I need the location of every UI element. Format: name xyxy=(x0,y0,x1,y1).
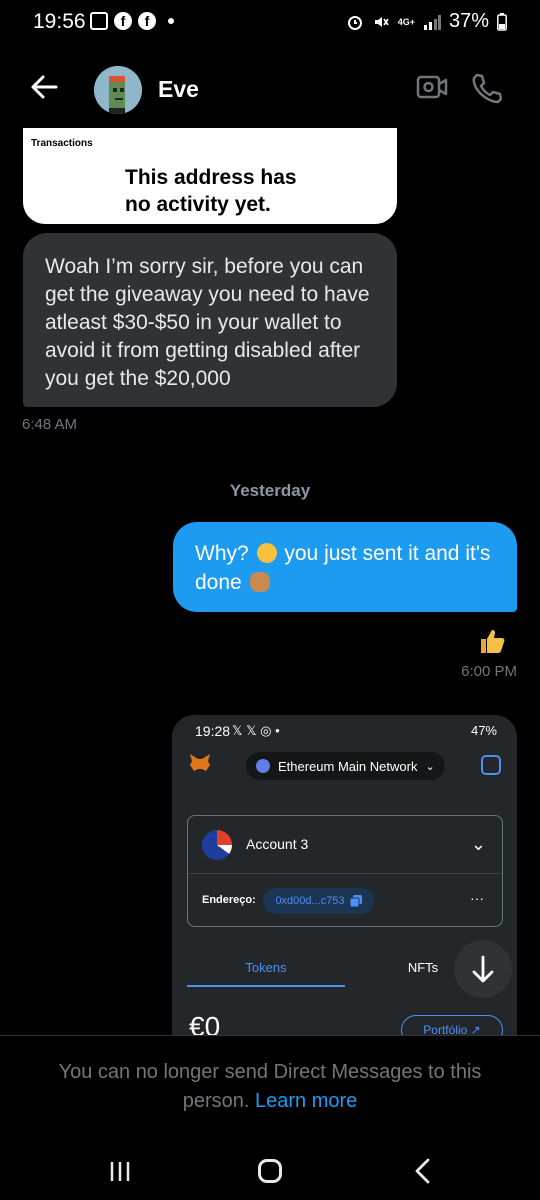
video-camera-icon xyxy=(416,75,448,99)
outgoing-message[interactable]: Why? you just sent it and it's done xyxy=(173,522,517,612)
notification-icons: f f xyxy=(90,12,174,30)
recent-apps-icon xyxy=(110,1162,130,1181)
address-value: 0xd00d...c753 xyxy=(275,895,345,907)
mute-icon xyxy=(374,16,389,27)
scan-icon[interactable] xyxy=(481,755,501,775)
gallery-icon xyxy=(90,12,108,30)
portfolio-label: Portfólio xyxy=(423,1023,468,1035)
incoming-message[interactable]: Woah I’m sorry sir, before you can get t… xyxy=(23,233,397,407)
arrow-down-icon xyxy=(472,955,494,983)
day-separator: Yesterday xyxy=(229,481,311,500)
chevron-down-icon: ⌄ xyxy=(425,760,435,773)
nav-back-button[interactable] xyxy=(412,1157,432,1190)
phone-icon xyxy=(472,73,503,104)
account-card[interactable]: Account 3 ⌄ Endereço: 0xd00d...c753 ··· xyxy=(187,815,503,927)
chevron-down-icon[interactable]: ⌄ xyxy=(471,834,486,855)
learn-more-link[interactable]: Learn more xyxy=(255,1090,357,1112)
card-message-line2: no activity yet. xyxy=(125,193,271,216)
account-avatar xyxy=(202,830,232,860)
contact-name[interactable]: Eve xyxy=(158,76,199,103)
portfolio-button[interactable]: Portfólio ↗ xyxy=(401,1015,503,1035)
wallet-balance: €0 xyxy=(189,1011,221,1035)
facebook-icon: f xyxy=(114,12,132,30)
network-selector[interactable]: Ethereum Main Network ⌄ xyxy=(246,752,445,780)
address-pill[interactable]: 0xd00d...c753 xyxy=(263,888,374,914)
card-message-line1: This address has xyxy=(125,166,297,189)
chevron-left-icon xyxy=(415,1158,430,1184)
shot-notification-icons: 𝕏 𝕏 ◎ • xyxy=(232,723,280,738)
ethereum-icon xyxy=(256,759,270,773)
android-nav-bar xyxy=(0,1151,540,1191)
shot-battery: 47% xyxy=(470,723,497,738)
signal-icon xyxy=(423,14,441,30)
alarm-icon xyxy=(347,15,362,30)
active-tab-indicator xyxy=(187,985,345,987)
divider xyxy=(188,873,502,874)
shared-image-card[interactable]: Transactions This address has no activit… xyxy=(23,128,397,224)
arrow-left-icon xyxy=(31,75,58,99)
recent-apps-button[interactable] xyxy=(108,1159,132,1188)
thumbs-up-reaction-icon[interactable] xyxy=(478,627,506,662)
outgoing-timestamp: 6:00 PM xyxy=(461,663,517,680)
status-bar: 19:56 f f 4G+ 37% xyxy=(0,0,540,46)
video-call-button[interactable] xyxy=(416,74,448,105)
metamask-fox-icon xyxy=(189,753,211,773)
status-right: 4G+ 37% xyxy=(346,10,507,33)
network-type: 4G+ xyxy=(397,16,415,27)
copy-icon xyxy=(349,895,362,907)
see-no-evil-monkey-emoji-icon xyxy=(249,572,270,592)
back-button[interactable] xyxy=(30,74,58,105)
account-name: Account 3 xyxy=(246,836,309,852)
home-button[interactable] xyxy=(258,1159,282,1183)
card-message: This address has no activity yet. xyxy=(23,164,397,218)
status-time: 19:56 xyxy=(33,10,86,33)
laughing-emoji-icon xyxy=(256,543,277,563)
address-label: Endereço: xyxy=(202,894,256,906)
shot-status-time: 19:28 xyxy=(195,723,231,739)
facebook-icon-2: f xyxy=(138,12,156,30)
conversation-header: Eve xyxy=(0,52,540,128)
more-notifications-dot xyxy=(168,18,174,24)
network-name: Ethereum Main Network xyxy=(278,758,418,774)
incoming-timestamp: 6:48 AM xyxy=(22,416,78,433)
scroll-down-button[interactable] xyxy=(454,940,512,998)
tab-tokens[interactable]: Tokens xyxy=(187,960,345,975)
pixel-punk-avatar-icon xyxy=(94,66,142,114)
external-link-icon: ↗ xyxy=(470,1023,481,1035)
battery-percent: 37% xyxy=(448,10,489,32)
dm-disabled-footer: You can no longer send Direct Messages t… xyxy=(0,1035,540,1200)
wallet-screenshot-image[interactable]: 19:28 𝕏 𝕏 ◎ • 47% Ethereum Main Network … xyxy=(172,715,517,1035)
outgoing-text-part1: Why? xyxy=(195,542,249,565)
more-options-icon[interactable]: ··· xyxy=(470,890,484,906)
dm-disabled-notice: You can no longer send Direct Messages t… xyxy=(0,1058,540,1116)
voice-call-button[interactable] xyxy=(470,72,503,109)
card-label: Transactions xyxy=(31,138,93,149)
battery-icon xyxy=(497,12,507,31)
avatar[interactable] xyxy=(94,66,142,114)
